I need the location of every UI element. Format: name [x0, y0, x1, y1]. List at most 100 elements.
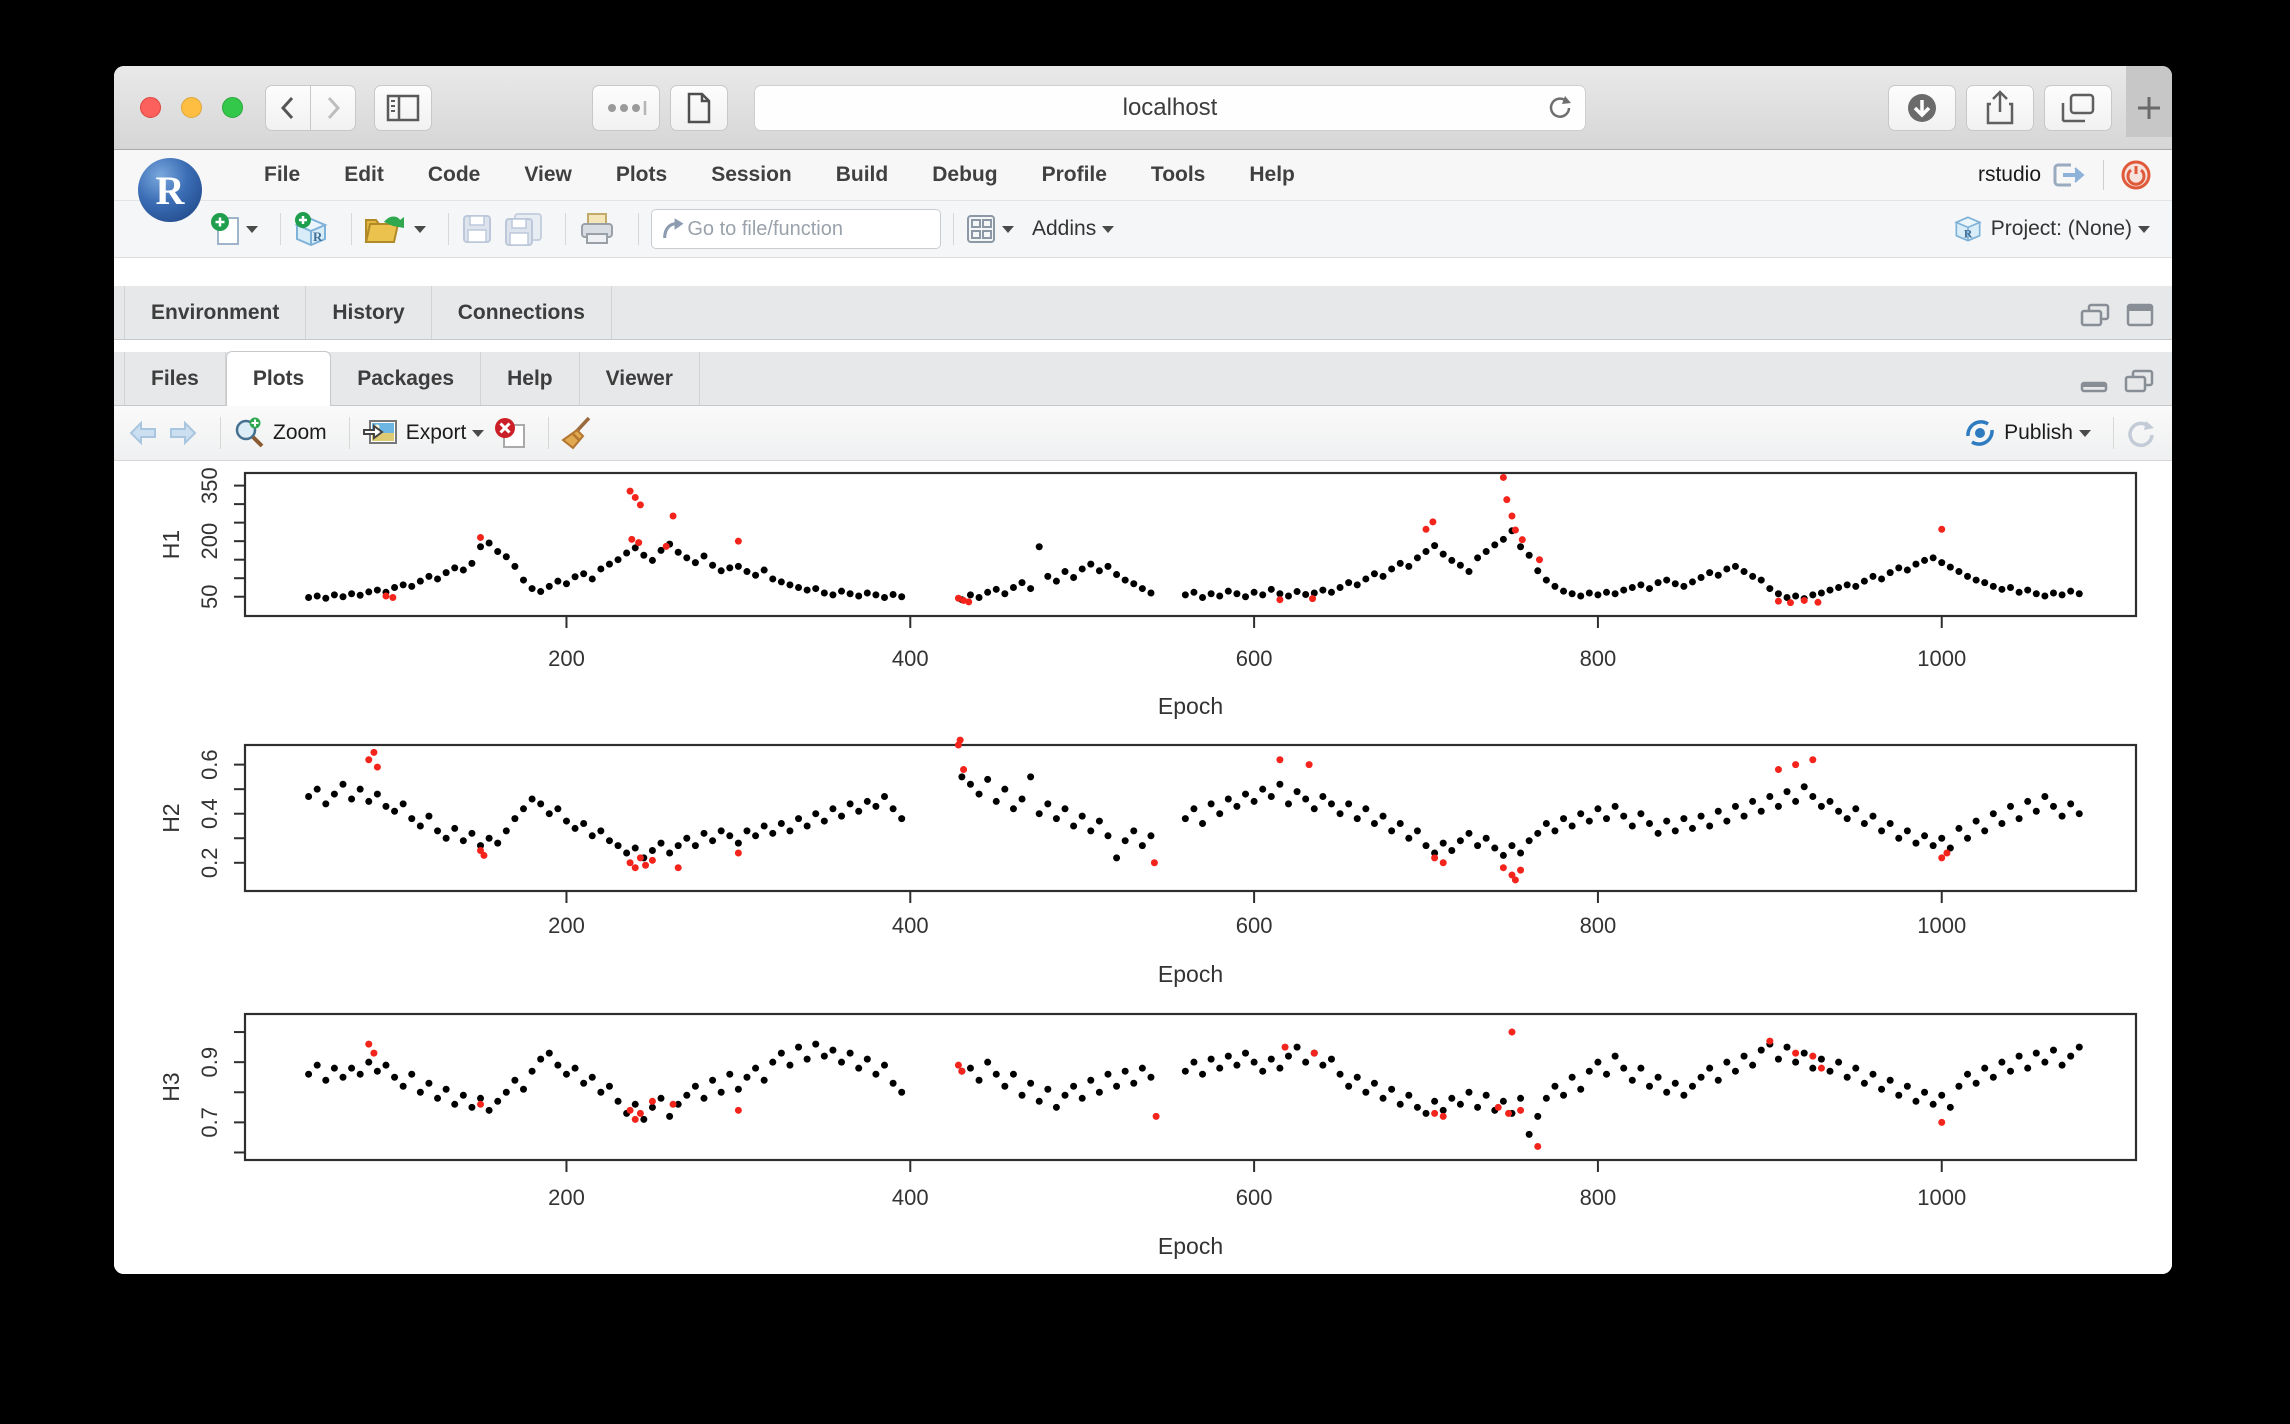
menu-tools[interactable]: Tools — [1151, 163, 1205, 187]
project-menu-button[interactable]: R Project: (None) — [1953, 214, 2172, 244]
x-tick-label: 800 — [1580, 1185, 1617, 1210]
refresh-plot-button[interactable] — [2126, 418, 2156, 448]
divider — [351, 213, 352, 245]
save-all-icon — [503, 212, 543, 246]
x-tick-label: 400 — [892, 1185, 929, 1210]
url-text[interactable]: localhost — [755, 94, 1585, 122]
tab-environment[interactable]: Environment — [124, 286, 306, 339]
menu-edit[interactable]: Edit — [344, 163, 384, 187]
reader-button[interactable] — [670, 85, 728, 131]
plots-toolbar: Zoom Export Publish — [114, 406, 2172, 461]
new-file-icon — [210, 212, 240, 246]
remove-plot-button[interactable] — [494, 417, 526, 449]
new-file-button[interactable] — [210, 212, 258, 246]
plot-box-h3 — [245, 1014, 2136, 1160]
publish-icon — [1964, 420, 1996, 446]
menu-file[interactable]: File — [264, 163, 300, 187]
publish-button[interactable]: Publish — [1964, 420, 2091, 446]
tab-plots[interactable]: Plots — [226, 351, 331, 406]
restore-pane-icon[interactable] — [2080, 303, 2110, 327]
pane-window-controls — [2080, 303, 2172, 327]
clear-all-plots-button[interactable] — [561, 416, 595, 450]
refresh-icon — [2126, 418, 2156, 448]
divider — [448, 213, 449, 245]
menu-session[interactable]: Session — [711, 163, 792, 187]
minimize-pane-icon[interactable] — [2080, 369, 2108, 393]
tab-overview-button[interactable] — [2044, 85, 2112, 131]
chevron-down-icon — [1102, 226, 1114, 233]
tab-history[interactable]: History — [306, 286, 431, 339]
panes-layout-button[interactable] — [966, 214, 1014, 244]
minimize-icon[interactable] — [181, 97, 202, 118]
next-plot-button[interactable] — [168, 420, 198, 446]
goto-file-input[interactable] — [685, 217, 930, 242]
sidebar-button[interactable] — [374, 85, 432, 131]
print-button[interactable] — [578, 212, 616, 246]
reader-page-icon — [686, 92, 712, 124]
y-tick-label: 0.7 — [197, 1107, 222, 1138]
menu-help[interactable]: Help — [1249, 163, 1295, 187]
previous-plot-button[interactable] — [128, 420, 158, 446]
save-button[interactable] — [461, 213, 493, 245]
menu-code[interactable]: Code — [428, 163, 481, 187]
x-axis-label: Epoch — [1158, 693, 1223, 719]
divider — [548, 417, 549, 449]
new-tab-button[interactable] — [2126, 66, 2172, 137]
chevron-down-icon — [246, 226, 258, 233]
tab-dots-icon — [604, 98, 648, 118]
downloads-icon — [1905, 91, 1939, 125]
fullscreen-icon[interactable] — [222, 97, 243, 118]
divider — [953, 213, 954, 245]
save-icon — [461, 213, 493, 245]
y-axis-label: H1 — [158, 530, 184, 559]
save-all-button[interactable] — [503, 212, 543, 246]
divider — [638, 213, 639, 245]
publish-label: Publish — [2004, 421, 2073, 445]
share-button[interactable] — [1966, 85, 2034, 131]
tab-viewer[interactable]: Viewer — [580, 352, 700, 405]
sign-out-icon[interactable] — [2053, 161, 2087, 189]
plot-pane: 200400600800100050200350H1Epoch200400600… — [114, 461, 2172, 1274]
forward-button[interactable] — [311, 85, 356, 131]
export-plot-button[interactable]: Export — [362, 418, 485, 448]
zoom-plot-button[interactable]: Zoom — [233, 417, 327, 449]
back-plot-icon — [128, 420, 158, 446]
y-tick-label: 0.6 — [197, 749, 222, 780]
downloads-button[interactable] — [1888, 85, 1956, 131]
back-button[interactable] — [265, 85, 311, 131]
menu-build[interactable]: Build — [836, 163, 889, 187]
plot-box-h2 — [245, 745, 2136, 891]
reload-button[interactable] — [1547, 94, 1573, 127]
menubar-right: rstudio — [1978, 159, 2172, 191]
url-bar[interactable]: localhost — [754, 85, 1586, 131]
rstudio-menubar: File Edit Code View Plots Session Build … — [114, 150, 2172, 201]
maximize-pane-icon[interactable] — [2126, 303, 2154, 327]
traffic-lights — [140, 97, 243, 118]
x-tick-label: 200 — [548, 913, 585, 938]
menu-view[interactable]: View — [524, 163, 571, 187]
chevron-down-icon — [472, 430, 484, 437]
x-tick-label: 1000 — [1917, 646, 1966, 671]
bottom-pane-tabstrip: Files Plots Packages Help Viewer — [114, 352, 2172, 406]
clear-plots-broom-icon — [561, 416, 595, 450]
tab-help[interactable]: Help — [481, 352, 580, 405]
x-tick-label: 600 — [1236, 646, 1273, 671]
menu-plots[interactable]: Plots — [616, 163, 667, 187]
panes-grid-icon — [966, 214, 996, 244]
tab-packages[interactable]: Packages — [331, 352, 481, 405]
restore-pane-icon[interactable] — [2124, 369, 2154, 393]
tab-files[interactable]: Files — [124, 352, 226, 405]
x-tick-label: 1000 — [1917, 913, 1966, 938]
open-file-button[interactable] — [364, 212, 426, 246]
menu-debug[interactable]: Debug — [932, 163, 997, 187]
goto-file-search[interactable] — [651, 209, 941, 249]
y-tick-label: 200 — [197, 523, 222, 560]
menu-profile[interactable]: Profile — [1042, 163, 1107, 187]
power-quit-icon[interactable] — [2120, 159, 2152, 191]
tab-group-button[interactable] — [592, 85, 660, 131]
addins-button[interactable]: Addins — [1024, 217, 1114, 241]
new-project-button[interactable]: R — [293, 211, 329, 247]
tab-connections[interactable]: Connections — [432, 286, 612, 339]
x-tick-label: 600 — [1236, 913, 1273, 938]
close-icon[interactable] — [140, 97, 161, 118]
